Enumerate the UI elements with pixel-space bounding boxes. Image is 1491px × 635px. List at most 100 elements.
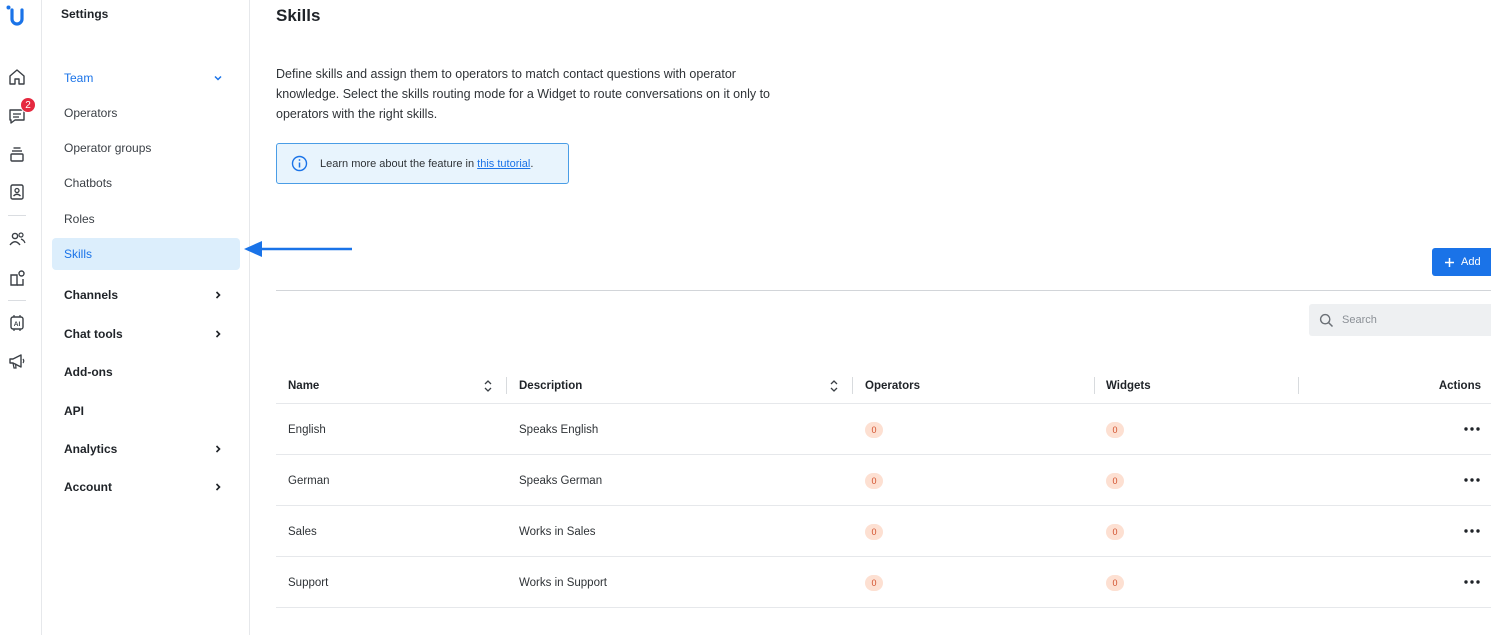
nav-group-add-ons[interactable]: Add-ons bbox=[52, 356, 240, 388]
add-skill-button[interactable]: Add bbox=[1432, 248, 1491, 276]
nav-group-chat-tools[interactable]: Chat tools bbox=[52, 318, 240, 350]
column-header-name[interactable]: Name bbox=[288, 368, 319, 404]
table-row[interactable]: German Speaks German 0 0 bbox=[276, 455, 1491, 506]
table-row[interactable]: Support Works in Support 0 0 bbox=[276, 557, 1491, 608]
column-header-actions: Actions bbox=[1439, 368, 1481, 404]
skill-description: Works in Support bbox=[519, 576, 607, 589]
settings-sidebar: Settings Team Operators Operator groups … bbox=[42, 0, 250, 635]
nav-group-label: API bbox=[64, 404, 85, 418]
skill-description: Works in Sales bbox=[519, 525, 596, 538]
chevron-right-icon bbox=[215, 291, 221, 299]
nav-group-team[interactable]: Team bbox=[52, 62, 240, 94]
sidebar-item-operators[interactable]: Operators bbox=[52, 97, 240, 129]
column-header-widgets: Widgets bbox=[1106, 368, 1151, 404]
nav-group-account[interactable]: Account bbox=[52, 471, 240, 503]
rail-divider bbox=[8, 300, 26, 301]
column-separator bbox=[506, 368, 507, 404]
nav-group-analytics[interactable]: Analytics bbox=[52, 433, 240, 465]
info-icon bbox=[291, 155, 308, 172]
operators-count: 0 bbox=[865, 574, 883, 591]
sidebar-item-roles[interactable]: Roles bbox=[52, 203, 240, 235]
nav-group-label: Analytics bbox=[64, 442, 118, 456]
widgets-count: 0 bbox=[1106, 472, 1124, 489]
skill-description: Speaks German bbox=[519, 474, 603, 487]
main-content: Skills Define skills and assign them to … bbox=[250, 0, 1491, 635]
info-text: Learn more about the feature in this tut… bbox=[320, 158, 533, 170]
icon-rail: 2 AI bbox=[0, 0, 42, 635]
search-icon bbox=[1319, 313, 1334, 327]
column-label: Widgets bbox=[1106, 380, 1151, 392]
table-row[interactable]: Sales Works in Sales 0 0 bbox=[276, 506, 1491, 557]
intro-text: Define skills and assign them to operato… bbox=[276, 67, 771, 121]
sidebar-item-label: Skills bbox=[64, 247, 93, 261]
column-label: Operators bbox=[865, 380, 920, 392]
operators-count: 0 bbox=[865, 472, 883, 489]
skill-name: Sales bbox=[288, 525, 317, 538]
nav-group-label: Account bbox=[64, 480, 112, 494]
search-box[interactable] bbox=[1309, 304, 1491, 336]
sidebar-item-operator-groups[interactable]: Operator groups bbox=[52, 132, 240, 164]
plus-icon bbox=[1445, 257, 1454, 267]
team-icon[interactable] bbox=[7, 229, 27, 249]
widgets-count: 0 bbox=[1106, 421, 1124, 438]
tutorial-link[interactable]: this tutorial bbox=[477, 158, 530, 170]
skill-name: Support bbox=[288, 576, 329, 589]
sidebar-item-skills[interactable]: Skills bbox=[52, 238, 240, 270]
column-label: Description bbox=[519, 380, 583, 392]
contacts-icon[interactable] bbox=[7, 182, 27, 202]
nav-group-api[interactable]: API bbox=[52, 395, 240, 427]
integrations-icon[interactable] bbox=[7, 268, 27, 288]
nav-group-label: Add-ons bbox=[64, 365, 113, 379]
search-input[interactable] bbox=[1342, 314, 1482, 326]
info-prefix: Learn more about the feature in bbox=[320, 157, 478, 170]
column-label: Name bbox=[288, 380, 320, 392]
unread-badge: 2 bbox=[20, 97, 36, 113]
more-actions-icon[interactable] bbox=[1463, 575, 1481, 589]
nav-group-label: Chat tools bbox=[64, 327, 123, 341]
chevron-down-icon bbox=[214, 75, 222, 81]
more-actions-icon[interactable] bbox=[1463, 422, 1481, 436]
column-separator bbox=[1298, 368, 1299, 404]
inbox-stack-icon[interactable] bbox=[7, 144, 27, 164]
table-header: Name Description Operators Widgets Actio… bbox=[276, 368, 1491, 404]
column-header-operators: Operators bbox=[865, 368, 920, 404]
page-title: Skills bbox=[276, 6, 321, 25]
userlike-logo-icon[interactable] bbox=[5, 4, 27, 28]
chevron-right-icon bbox=[215, 445, 221, 453]
section-divider bbox=[276, 290, 1491, 291]
operators-count: 0 bbox=[865, 421, 883, 438]
widgets-count: 0 bbox=[1106, 574, 1124, 591]
sort-icon[interactable] bbox=[829, 379, 839, 393]
nav-group-label: Channels bbox=[64, 288, 119, 302]
sidebar-item-label: Operators bbox=[64, 106, 118, 120]
skill-description: Speaks English bbox=[519, 423, 599, 436]
info-suffix: . bbox=[530, 157, 534, 170]
skill-name: English bbox=[288, 423, 326, 436]
sidebar-item-label: Roles bbox=[64, 212, 95, 226]
nav-group-label: Team bbox=[64, 71, 94, 85]
home-icon[interactable] bbox=[7, 67, 27, 87]
column-separator bbox=[852, 368, 853, 404]
sidebar-title: Settings bbox=[61, 7, 109, 21]
operators-count: 0 bbox=[865, 523, 883, 540]
table-row[interactable]: English Speaks English 0 0 bbox=[276, 404, 1491, 455]
sidebar-item-label: Operator groups bbox=[64, 141, 152, 155]
skill-name: German bbox=[288, 474, 330, 487]
sidebar-item-chatbots[interactable]: Chatbots bbox=[52, 167, 240, 199]
sidebar-item-label: Chatbots bbox=[64, 176, 113, 190]
nav-group-channels[interactable]: Channels bbox=[52, 279, 240, 311]
rail-divider bbox=[8, 215, 26, 216]
ai-chip-icon[interactable]: AI bbox=[7, 313, 27, 333]
more-actions-icon[interactable] bbox=[1463, 473, 1481, 487]
chevron-right-icon bbox=[215, 330, 221, 338]
more-actions-icon[interactable] bbox=[1463, 524, 1481, 538]
chevron-right-icon bbox=[215, 483, 221, 491]
megaphone-icon[interactable] bbox=[7, 351, 27, 371]
widgets-count: 0 bbox=[1106, 523, 1124, 540]
column-label: Actions bbox=[1438, 380, 1481, 392]
column-header-description[interactable]: Description bbox=[519, 368, 582, 404]
info-banner: Learn more about the feature in this tut… bbox=[276, 143, 569, 184]
sort-icon[interactable] bbox=[483, 379, 493, 393]
add-button-label: Add bbox=[1461, 256, 1481, 268]
svg-text:AI: AI bbox=[14, 321, 21, 328]
